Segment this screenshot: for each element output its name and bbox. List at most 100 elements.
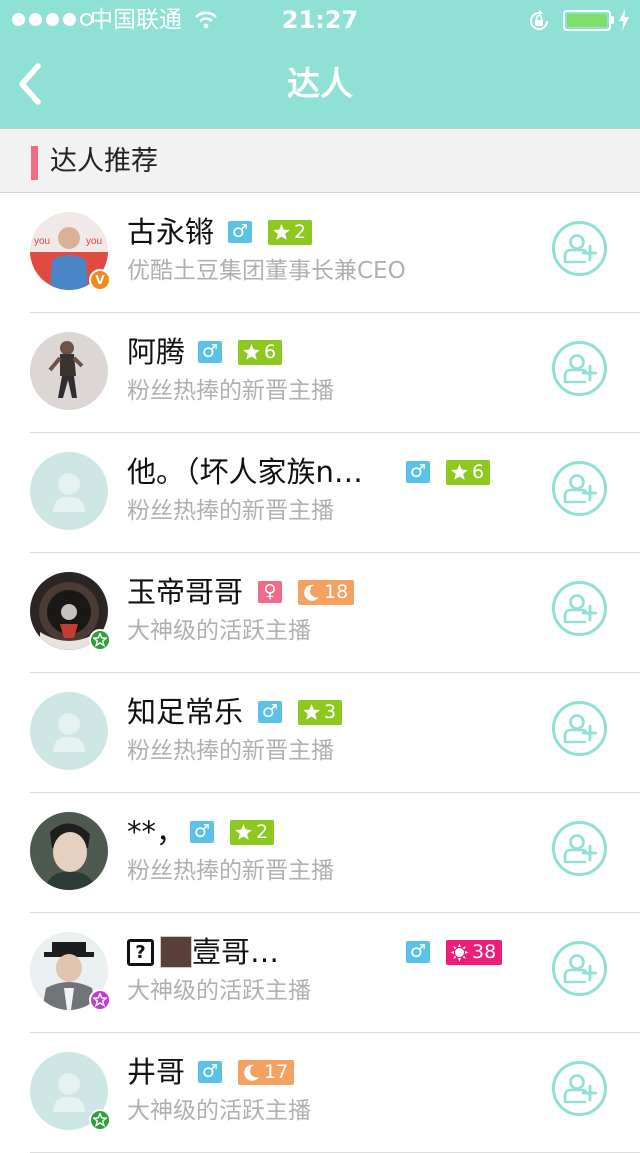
user-name: ? 壹哥… (127, 935, 279, 969)
section-title: 达人推荐 (50, 146, 158, 177)
user-name-text: 知足常乐 (127, 695, 244, 729)
status-bar: 中国联通 21:27 (0, 0, 640, 40)
add-friend-icon (563, 594, 597, 624)
moon-icon (244, 1064, 259, 1081)
user-subtitle: 优酷土豆集团董事长兼CEO (127, 258, 406, 284)
female-gender-icon: ♀ (258, 581, 282, 603)
star-icon (235, 824, 252, 840)
user-row[interactable]: 他。（坏人家族n… ♂ 6 粉丝热捧的新晋主播 (0, 433, 640, 553)
user-row[interactable]: 知足常乐 ♂ 3 粉丝热捧的新晋主播 (0, 673, 640, 793)
user-row[interactable]: 玉帝哥哥 ♀ 18 大神级的活跃主播 (0, 553, 640, 673)
user-name-text: 井哥 (127, 1055, 186, 1089)
section-header: 达人推荐 (0, 128, 640, 193)
user-name: 知足常乐 (127, 695, 243, 729)
male-gender-icon: ♂ (228, 221, 252, 243)
level-badge: 2 (230, 820, 275, 845)
follow-button[interactable] (552, 581, 607, 636)
user-name: 古永锵 (127, 215, 214, 249)
add-friend-icon (563, 834, 597, 864)
male-gender-icon: ♂ (406, 461, 430, 483)
star-icon (273, 224, 290, 240)
avatar[interactable] (30, 452, 108, 530)
follow-button[interactable] (552, 461, 607, 516)
avatar[interactable] (30, 812, 108, 890)
section-accent-bar (31, 146, 38, 180)
user-subtitle: 粉丝热捧的新晋主播 (127, 378, 334, 404)
user-subtitle: 大神级的活跃主播 (127, 618, 311, 644)
user-row[interactable]: 井哥 ♂ 17 大神级的活跃主播 (0, 1033, 640, 1153)
follow-button[interactable] (552, 221, 607, 276)
add-friend-icon (563, 1074, 597, 1104)
level-number: 2 (256, 821, 269, 843)
user-name-text: **， (127, 815, 186, 849)
follow-button[interactable] (552, 821, 607, 876)
charging-bolt-icon (619, 9, 629, 31)
level-number: 17 (264, 1061, 289, 1083)
level-number: 6 (264, 341, 277, 363)
follow-button[interactable] (552, 1061, 607, 1116)
user-row[interactable]: ? 壹哥… ♂ 38 大神级的活跃主播 (0, 913, 640, 1033)
avatar[interactable] (30, 332, 108, 410)
level-number: 2 (294, 221, 307, 243)
add-friend-icon (563, 714, 597, 744)
question-box-icon: ? (127, 938, 154, 966)
star-badge-icon (89, 629, 111, 651)
rotation-lock-icon (530, 10, 548, 30)
user-subtitle: 大神级的活跃主播 (127, 978, 311, 1004)
user-name: 井哥 (127, 1055, 185, 1089)
male-gender-icon: ♂ (190, 821, 214, 843)
sun-icon (450, 943, 469, 962)
add-friend-icon (563, 954, 597, 984)
verified-badge-icon: V (89, 269, 111, 291)
user-name-text: 壹哥… (192, 935, 280, 969)
user-row[interactable]: you you V 古永锵 ♂ 2 优酷土豆集团董事长兼CEO (0, 193, 640, 313)
user-name-text: 他。（坏人家族n… (127, 455, 363, 489)
level-number: 38 (472, 941, 497, 963)
user-subtitle: 粉丝热捧的新晋主播 (127, 858, 334, 884)
user-subtitle: 粉丝热捧的新晋主播 (127, 738, 334, 764)
follow-button[interactable] (552, 941, 607, 996)
star-icon (243, 344, 260, 360)
user-name-text: 玉帝哥哥 (127, 575, 244, 609)
user-name-text: 阿腾 (127, 335, 186, 369)
add-friend-icon (563, 354, 597, 384)
nav-bar: 达人 (0, 40, 640, 128)
level-badge: 3 (298, 700, 343, 725)
user-name: 阿腾 (127, 335, 185, 369)
level-badge: 6 (446, 460, 491, 485)
add-friend-icon (563, 234, 597, 264)
svg-text:you: you (34, 236, 50, 247)
male-gender-icon: ♂ (198, 341, 222, 363)
user-row[interactable]: **， ♂ 2 粉丝热捧的新晋主播 (0, 793, 640, 913)
svg-text:you: you (86, 236, 102, 247)
battery-tip (611, 16, 614, 24)
color-swatch-icon (160, 936, 192, 968)
user-name-text: 古永锵 (127, 215, 215, 249)
page-title: 达人 (287, 64, 353, 103)
moon-icon (304, 584, 319, 601)
user-name: 他。（坏人家族n… (127, 455, 363, 489)
level-number: 3 (324, 701, 337, 723)
user-subtitle: 粉丝热捧的新晋主播 (127, 498, 334, 524)
add-friend-icon (563, 474, 597, 504)
level-badge: 17 (238, 1060, 295, 1085)
user-subtitle: 大神级的活跃主播 (127, 1098, 311, 1124)
male-gender-icon: ♂ (258, 701, 282, 723)
user-row[interactable]: 阿腾 ♂ 6 粉丝热捧的新晋主播 (0, 313, 640, 433)
level-number: 6 (472, 461, 485, 483)
header: 中国联通 21:27 达人 (0, 0, 640, 128)
level-badge: 6 (238, 340, 283, 365)
level-number: 18 (324, 581, 349, 603)
avatar[interactable] (30, 692, 108, 770)
battery-icon (563, 10, 611, 31)
level-badge: 18 (298, 580, 355, 605)
level-badge: 38 (446, 940, 503, 965)
level-badge: 2 (268, 220, 313, 245)
male-gender-icon: ♂ (198, 1061, 222, 1083)
follow-button[interactable] (552, 341, 607, 396)
star-icon (451, 464, 468, 480)
male-gender-icon: ♂ (406, 941, 430, 963)
user-name: 玉帝哥哥 (127, 575, 243, 609)
star-badge-icon (89, 989, 111, 1011)
follow-button[interactable] (552, 701, 607, 756)
